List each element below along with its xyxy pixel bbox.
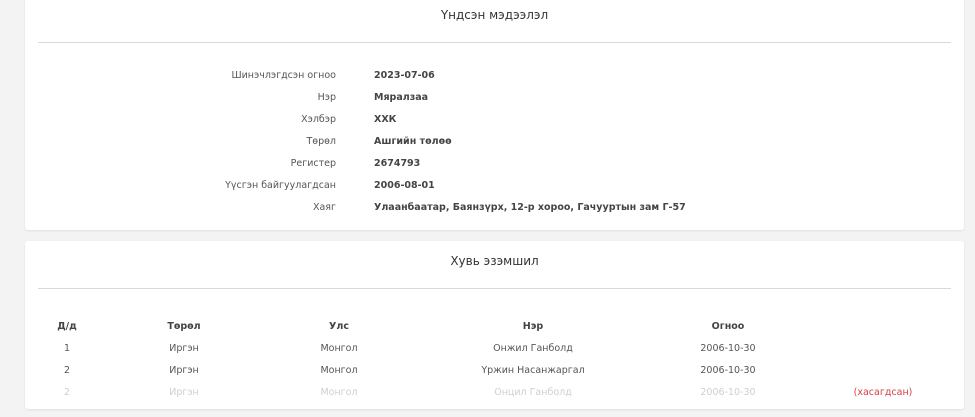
column-header-type: Төрөл [167, 321, 201, 332]
info-label-form: Хэлбэр [301, 114, 336, 125]
cell-name: Онцил Ганболд [494, 387, 572, 398]
cell-type: Иргэн [169, 387, 199, 398]
basic-info-divider [38, 42, 951, 43]
info-label-founded: Үүсгэн байгуулагдсан [225, 180, 336, 191]
info-row-register: Регистер 2674793 [25, 156, 964, 172]
info-row-name: Нэр Мяралзаа [25, 90, 964, 106]
ownership-card: Хувь эзэмшил Д/д Төрөл Улс Нэр Огноо 1 И… [25, 241, 964, 409]
cell-date: 2006-10-30 [700, 365, 756, 376]
column-header-name: Нэр [522, 321, 544, 332]
column-header-no: Д/д [57, 321, 77, 332]
cell-no: 2 [63, 365, 71, 376]
ownership-table: Д/д Төрөл Улс Нэр Огноо 1 Иргэн Монгол О… [25, 316, 964, 404]
cell-date: 2006-10-30 [700, 343, 756, 354]
ownership-divider [38, 288, 951, 289]
cell-name: Үржин Насанжаргал [481, 365, 585, 376]
cell-country: Монгол [320, 387, 358, 398]
cell-no: 2 [63, 387, 71, 398]
info-row-updated-date: Шинэчлэгдсэн огноо 2023-07-06 [25, 68, 964, 84]
info-label-type: Төрөл [306, 136, 336, 147]
info-value-address: Улаанбаатар, Баянзүрх, 12-р хороо, Гачуу… [374, 202, 686, 213]
cell-name: Онжил Ганболд [493, 343, 573, 354]
ownership-title: Хувь эзэмшил [450, 254, 539, 268]
cell-country: Монгол [320, 343, 358, 354]
basic-info-title: Үндсэн мэдээлэл [440, 8, 549, 22]
cell-no: 1 [63, 343, 71, 354]
info-value-type: Ашгийн төлөө [374, 136, 452, 147]
info-row-form: Хэлбэр ХХК [25, 112, 964, 128]
info-row-address: Хаяг Улаанбаатар, Баянзүрх, 12-р хороо, … [25, 200, 964, 216]
info-label-name: Нэр [317, 92, 336, 103]
table-row: 2 Иргэн Монгол Үржин Насанжаргал 2006-10… [25, 360, 964, 382]
info-value-name: Мяралзаа [374, 92, 429, 103]
cell-date: 2006-10-30 [700, 387, 756, 398]
column-header-date: Огноо [711, 321, 745, 332]
cell-type: Иргэн [169, 365, 199, 376]
info-value-form: ХХК [374, 114, 397, 125]
info-value-updated-date: 2023-07-06 [374, 70, 435, 81]
info-label-address: Хаяг [312, 202, 336, 213]
cell-type: Иргэн [169, 343, 199, 354]
info-label-updated-date: Шинэчлэгдсэн огноо [231, 70, 336, 81]
info-label-register: Регистер [290, 158, 336, 169]
info-row-founded: Үүсгэн байгуулагдсан 2006-08-01 [25, 178, 964, 194]
info-value-founded: 2006-08-01 [374, 180, 435, 191]
table-header-row: Д/д Төрөл Улс Нэр Огноо [25, 316, 964, 338]
info-value-register: 2674793 [374, 158, 421, 169]
table-row-removed: 2 Иргэн Монгол Онцил Ганболд 2006-10-30 … [25, 382, 964, 404]
info-row-type: Төрөл Ашгийн төлөө [25, 134, 964, 150]
cell-country: Монгол [320, 365, 358, 376]
column-header-country: Улс [329, 321, 349, 332]
basic-info-card: Үндсэн мэдээлэл Шинэчлэгдсэн огноо 2023-… [25, 0, 964, 230]
table-row: 1 Иргэн Монгол Онжил Ганболд 2006-10-30 [25, 338, 964, 360]
removed-status-label: (хасагдсан) [853, 387, 913, 398]
